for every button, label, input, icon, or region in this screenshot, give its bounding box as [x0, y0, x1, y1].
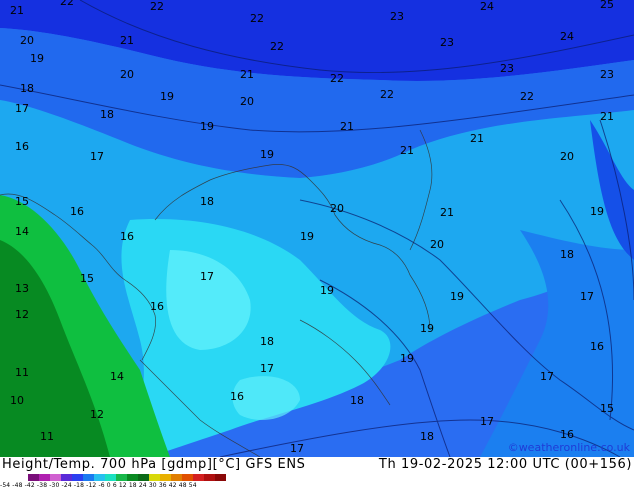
contour-label: 18	[260, 335, 274, 348]
footer: ©weatheronline.co.uk Height/Temp. 700 hP…	[0, 441, 634, 490]
contour-label: 12	[15, 308, 29, 321]
contour-label: 17	[580, 290, 594, 303]
contour-label: 17	[90, 150, 104, 163]
contour-label: 16	[15, 140, 29, 153]
color-swatch	[171, 474, 182, 481]
color-swatch	[138, 474, 149, 481]
contour-label: 14	[110, 370, 124, 383]
contour-label: 22	[150, 0, 164, 13]
weather-map: 21 22 22 22 23 24 25 20 21 22 23 24 19 20 21 22 23 23 18 19…	[0, 0, 634, 458]
contour-label: 16	[70, 205, 84, 218]
contour-label: 20	[120, 68, 134, 81]
contour-label: 16	[560, 428, 574, 441]
contour-label: 19	[200, 120, 214, 133]
valid-time: Th 19-02-2025 12:00 UTC (00+156)	[378, 457, 632, 472]
color-swatch	[182, 474, 193, 481]
credit-text[interactable]: ©weatheronline.co.uk	[508, 441, 630, 454]
contour-label: 17	[15, 102, 29, 115]
map-title: Height/Temp. 700 hPa [gdmp][°C] GFS ENS	[2, 457, 306, 472]
contour-label: 21	[400, 144, 414, 157]
contour-label: 14	[15, 225, 29, 238]
contour-label: 11	[40, 430, 54, 443]
contour-label: 10	[10, 394, 24, 407]
contour-label: 15	[15, 195, 29, 208]
contour-label: 18	[420, 430, 434, 443]
color-swatch	[61, 474, 72, 481]
contour-label: 21	[10, 4, 24, 17]
contour-label: 19	[400, 352, 414, 365]
contour-label: 21	[470, 132, 484, 145]
contour-label: 16	[150, 300, 164, 313]
contour-label: 19	[260, 148, 274, 161]
contour-label: 19	[450, 290, 464, 303]
color-swatch	[50, 474, 61, 481]
contour-label: 23	[600, 68, 614, 81]
contour-label: 17	[290, 442, 304, 455]
contour-label: 22	[60, 0, 74, 8]
contour-label: 17	[260, 362, 274, 375]
contour-label: 17	[200, 270, 214, 283]
color-swatch	[39, 474, 50, 481]
contour-label: 23	[440, 36, 454, 49]
color-swatch	[83, 474, 94, 481]
contour-label: 21	[440, 206, 454, 219]
contour-label: 21	[120, 34, 134, 47]
contour-label: 21	[240, 68, 254, 81]
contour-label: 19	[590, 205, 604, 218]
contour-label: 22	[520, 90, 534, 103]
contour-label: 16	[230, 390, 244, 403]
color-scale	[28, 474, 226, 481]
contour-label: 22	[250, 12, 264, 25]
contour-label: 20	[560, 150, 574, 163]
contour-label: 21	[600, 110, 614, 123]
contour-label: 16	[120, 230, 134, 243]
contour-label: 25	[600, 0, 614, 11]
contour-label: 16	[590, 340, 604, 353]
color-swatch	[105, 474, 116, 481]
contour-label: 24	[560, 30, 574, 43]
contour-label: 18	[20, 82, 34, 95]
color-swatch	[149, 474, 160, 481]
contour-label: 15	[80, 272, 94, 285]
contour-label: 22	[330, 72, 344, 85]
contour-label: 19	[300, 230, 314, 243]
color-swatch	[215, 474, 226, 481]
contour-label: 24	[480, 0, 494, 13]
contour-label: 23	[390, 10, 404, 23]
contour-label: 18	[200, 195, 214, 208]
contour-label: 12	[90, 408, 104, 421]
contour-label: 20	[240, 95, 254, 108]
color-swatch	[28, 474, 39, 481]
contour-label: 17	[540, 370, 554, 383]
contour-label: 20	[20, 34, 34, 47]
color-swatch	[94, 474, 105, 481]
contour-label: 19	[320, 284, 334, 297]
color-swatch	[193, 474, 204, 481]
contour-label: 21	[340, 120, 354, 133]
contour-label: 15	[600, 402, 614, 415]
contour-label: 17	[480, 415, 494, 428]
contour-label: 18	[350, 394, 364, 407]
contour-label: 22	[270, 40, 284, 53]
color-swatch	[116, 474, 127, 481]
contour-label: 22	[380, 88, 394, 101]
contour-label: 19	[160, 90, 174, 103]
color-swatch	[72, 474, 83, 481]
color-swatch	[204, 474, 215, 481]
contour-label: 18	[100, 108, 114, 121]
color-swatch	[160, 474, 171, 481]
color-scale-ticks: -54 -48 -42 -38 -30 -24 -18 -12 -6 0 6 1…	[0, 482, 197, 489]
contour-label: 23	[500, 62, 514, 75]
contour-label: 11	[15, 366, 29, 379]
contour-label: 18	[560, 248, 574, 261]
contour-label: 20	[430, 238, 444, 251]
contour-label: 20	[330, 202, 344, 215]
color-swatch	[127, 474, 138, 481]
contour-label: 13	[15, 282, 29, 295]
contour-label: 19	[420, 322, 434, 335]
contour-label: 19	[30, 52, 44, 65]
